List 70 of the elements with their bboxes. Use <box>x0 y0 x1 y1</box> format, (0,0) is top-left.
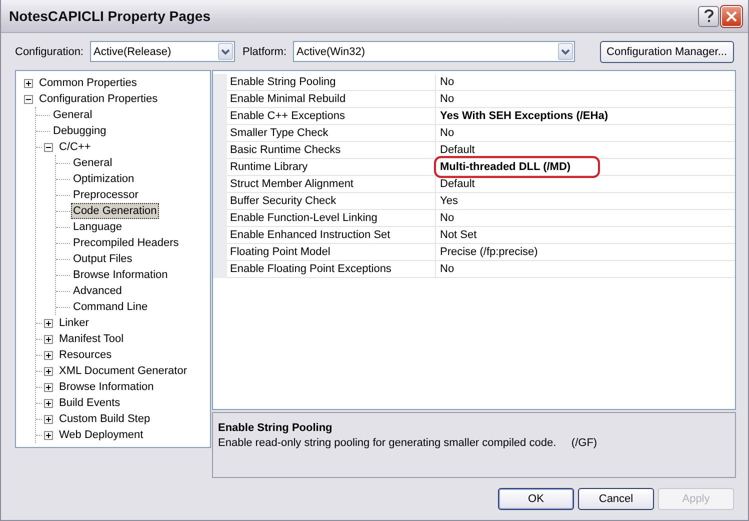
tree-item[interactable]: Resources <box>57 347 114 363</box>
property-name: Basic Runtime Checks <box>227 142 436 159</box>
property-name: Enable Floating Point Exceptions <box>227 261 436 278</box>
tree-item[interactable]: Build Events <box>57 395 122 411</box>
property-value[interactable]: No <box>440 263 454 275</box>
expand-icon[interactable] <box>24 78 33 88</box>
expand-icon[interactable] <box>44 430 53 440</box>
expand-icon[interactable] <box>44 382 53 392</box>
ok-button[interactable]: OK <box>498 488 574 510</box>
property-value[interactable]: Default <box>440 144 475 156</box>
property-name: Enable C++ Exceptions <box>227 108 436 125</box>
field-label: Platform: <box>242 46 287 58</box>
tree-item[interactable]: Browse Information <box>71 267 170 283</box>
property-name: Buffer Security Check <box>227 193 436 210</box>
expand-icon[interactable] <box>44 350 53 360</box>
tree-item[interactable]: Manifest Tool <box>57 331 126 347</box>
tree-item[interactable]: Configuration Properties <box>37 91 160 107</box>
tree-item[interactable]: General <box>51 107 94 123</box>
expand-icon[interactable] <box>44 318 53 328</box>
tree-item[interactable]: Web Deployment <box>57 427 146 443</box>
platform-dropdown[interactable]: Active(Win32) <box>292 41 575 62</box>
collapse-icon[interactable] <box>44 142 53 152</box>
description-title: Enable String Pooling <box>218 422 334 434</box>
window-title: NotesCAPICLI Property Pages <box>9 8 212 24</box>
configuration-manager-button[interactable]: Configuration Manager... <box>600 40 734 62</box>
tree-item[interactable]: Linker <box>57 315 91 331</box>
property-value[interactable]: Yes With SEH Exceptions (/EHa) <box>440 110 608 122</box>
tree-item[interactable]: Precompiled Headers <box>71 235 181 251</box>
property-value[interactable]: No <box>440 212 454 224</box>
description-text: Enable read-only string pooling for generating smaller compiled code. (/GF) <box>218 437 598 449</box>
tree-item[interactable]: XML Document Generator <box>57 363 189 379</box>
tree-item[interactable]: Output Files <box>71 251 134 267</box>
property-name: Smaller Type Check <box>227 125 436 142</box>
tree-item[interactable]: Optimization <box>71 171 136 187</box>
help-icon[interactable] <box>698 6 719 26</box>
property-name: Enable String Pooling <box>227 74 436 91</box>
tree-item[interactable]: Language <box>71 219 124 235</box>
tree-item[interactable]: Advanced <box>71 283 124 299</box>
tree-item[interactable]: Custom Build Step <box>57 411 152 427</box>
collapse-icon[interactable] <box>24 94 33 104</box>
property-value[interactable]: Multi-threaded DLL (/MD) <box>440 161 571 173</box>
property-name: Runtime Library <box>227 159 436 176</box>
property-name: Enable Enhanced Instruction Set <box>227 227 436 244</box>
cancel-button[interactable]: Cancel <box>578 488 654 510</box>
expand-icon[interactable] <box>44 414 53 424</box>
property-name: Enable Function-Level Linking <box>227 210 436 227</box>
property-value[interactable]: No <box>440 76 454 88</box>
property-value[interactable]: Not Set <box>440 229 477 241</box>
expand-icon[interactable] <box>44 366 53 376</box>
property-value[interactable]: Yes <box>440 195 458 207</box>
expand-icon[interactable] <box>44 334 53 344</box>
property-value[interactable]: No <box>440 93 454 105</box>
property-value[interactable]: Precise (/fp:precise) <box>440 246 538 258</box>
configuration-dropdown[interactable]: Active(Release) <box>90 41 234 62</box>
property-name: Struct Member Alignment <box>227 176 436 193</box>
property-name: Floating Point Model <box>227 244 436 261</box>
property-value[interactable]: Default <box>440 178 475 190</box>
tree-item[interactable]: General <box>71 155 114 171</box>
close-icon[interactable] <box>721 6 742 26</box>
tree-item[interactable]: Preprocessor <box>71 187 140 203</box>
tree-item[interactable]: C/C++ <box>57 139 93 155</box>
tree-item[interactable]: Command Line <box>71 299 150 315</box>
property-value[interactable]: No <box>440 127 454 139</box>
tree-item[interactable]: Code Generation <box>71 203 159 219</box>
expand-icon[interactable] <box>44 398 53 408</box>
tree-item[interactable]: Browse Information <box>57 379 156 395</box>
field-label: Configuration: <box>15 46 84 58</box>
property-name: Enable Minimal Rebuild <box>227 91 436 108</box>
tree-item[interactable]: Debugging <box>51 123 108 139</box>
tree-item[interactable]: Common Properties <box>37 75 139 91</box>
